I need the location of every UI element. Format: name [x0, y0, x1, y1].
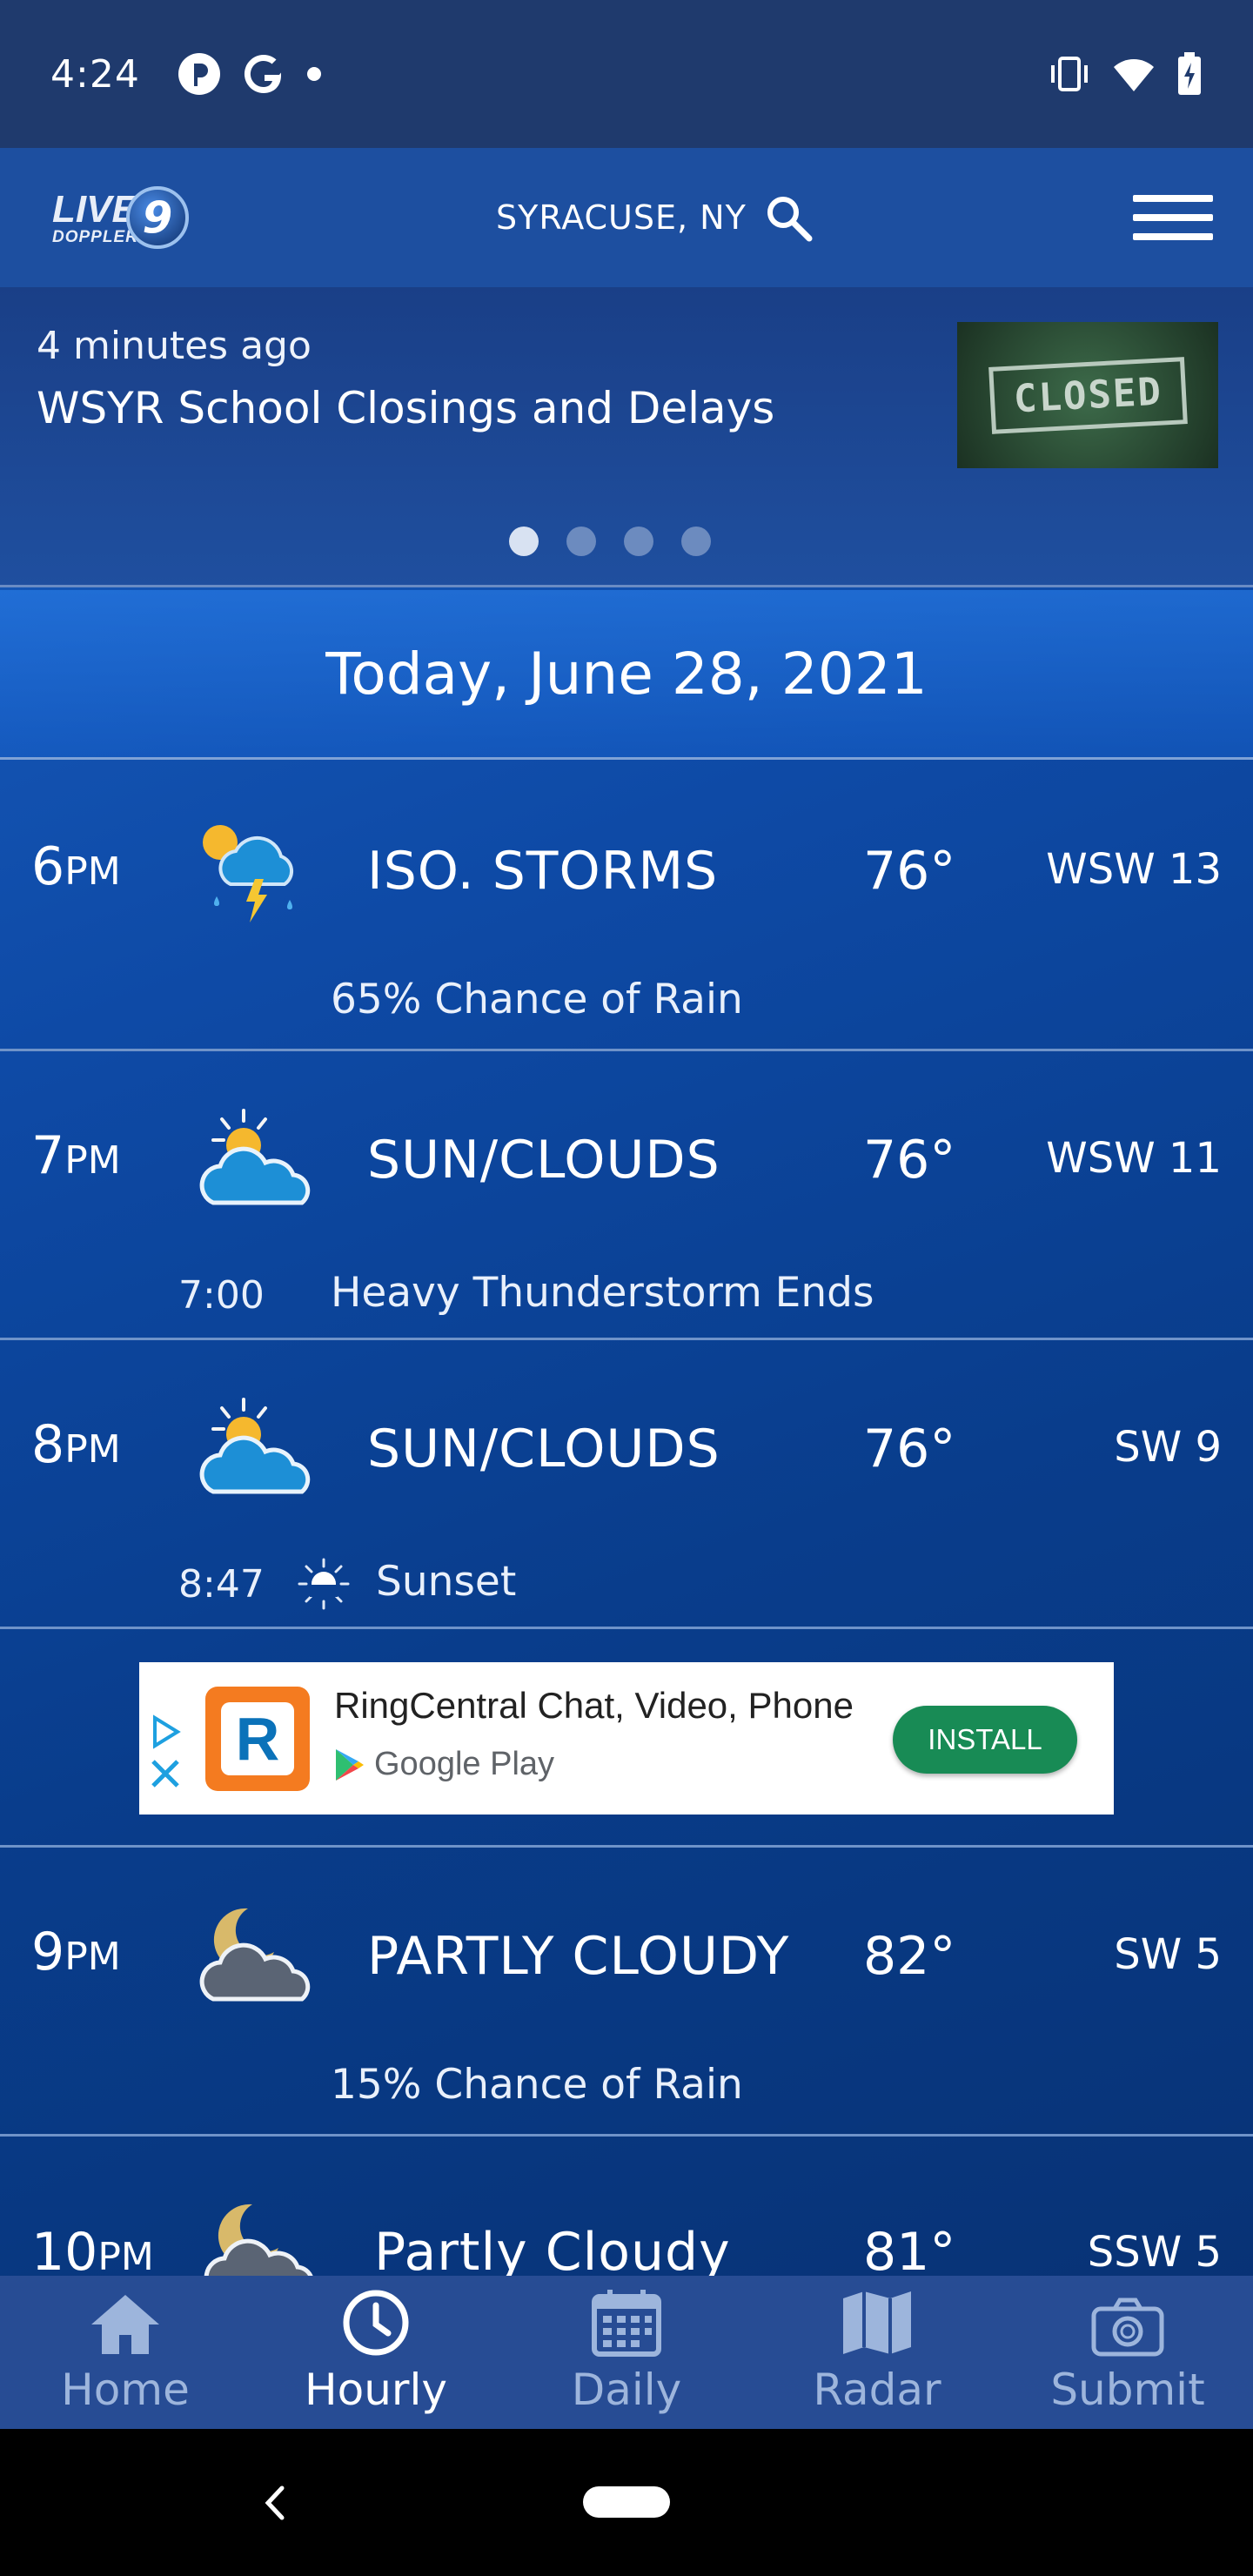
- hourly-row[interactable]: 7PM SUN/CLOUDS 76° WSW 11 7:00 Heavy Thu…: [0, 1051, 1253, 1340]
- adchoices-icon[interactable]: [148, 1714, 183, 1749]
- news-time-ago: 4 minutes ago: [37, 324, 312, 368]
- google-play-badge: Google Play: [334, 1746, 554, 1783]
- condition-text: Partly Cloudy: [374, 2222, 731, 2283]
- google-play-icon: [336, 1748, 364, 1781]
- hour-label: 6PM: [31, 836, 121, 897]
- sun-storm-cloud-icon: [203, 825, 294, 922]
- app-header: LIVE DOPPLER 9 SYRACUSE, NY: [0, 148, 1253, 287]
- event-text: Sunset: [376, 1558, 517, 1606]
- notification-dot-icon: [306, 67, 321, 81]
- calendar-icon: [592, 2290, 661, 2357]
- rain-chance: 65% Chance of Rain: [331, 976, 743, 1023]
- forecast-date: Today, June 28, 2021: [325, 640, 928, 708]
- home-pill-button[interactable]: [583, 2486, 670, 2518]
- location-selector[interactable]: SYRACUSE, NY: [496, 193, 813, 242]
- ad-banner[interactable]: R RingCentral Chat, Video, Phone Google …: [139, 1662, 1114, 1815]
- location-pin-icon: [178, 53, 220, 95]
- carousel-dot[interactable]: [681, 527, 711, 556]
- status-bar: 4:24: [0, 0, 1253, 148]
- back-icon[interactable]: [258, 2481, 292, 2525]
- temperature: 76°: [863, 841, 956, 902]
- wind: SW 5: [1114, 1930, 1222, 1979]
- ad-title[interactable]: RingCentral Chat, Video, Phone: [334, 1685, 854, 1727]
- app-screen: 4:24 LIVE DOPPLER 9 SYRACUSE, NY 4 minut: [0, 0, 1253, 2576]
- nav-daily[interactable]: Daily: [501, 2276, 752, 2429]
- app-logo[interactable]: LIVE DOPPLER 9: [52, 186, 189, 249]
- carousel-dot[interactable]: [624, 527, 653, 556]
- map-icon: [843, 2291, 911, 2354]
- rain-chance: 15% Chance of Rain: [331, 2061, 743, 2109]
- temperature: 76°: [863, 1130, 956, 1191]
- logo-doppler-text: DOPPLER: [52, 227, 138, 246]
- forecast-date-header: Today, June 28, 2021: [0, 590, 1253, 760]
- wind: WSW 11: [1046, 1134, 1222, 1183]
- hamburger-menu-icon[interactable]: [1133, 190, 1213, 245]
- status-left-icons: [177, 51, 323, 97]
- hour-label: 9PM: [31, 1922, 121, 1982]
- nav-submit[interactable]: Submit: [1002, 2276, 1253, 2429]
- condition-text: ISO. STORMS: [367, 841, 719, 902]
- condition-text: PARTLY CLOUDY: [367, 1926, 790, 1987]
- store-name: Google Play: [374, 1746, 555, 1782]
- status-right-icons: [1048, 52, 1203, 96]
- hour-label: 8PM: [31, 1414, 121, 1475]
- wind: WSW 13: [1046, 845, 1222, 894]
- nav-hourly[interactable]: Hourly: [251, 2276, 501, 2429]
- event-time: 8:47: [178, 1562, 265, 1607]
- hourly-row[interactable]: 6PM ISO. STORMS 76° WSW 13 65% Chance of…: [0, 762, 1253, 1051]
- logo-live-text: LIVE: [52, 187, 137, 231]
- wind: SSW 5: [1087, 2228, 1222, 2277]
- news-thumbnail[interactable]: CLOSED: [957, 322, 1218, 468]
- event-time: 7:00: [178, 1273, 265, 1318]
- hourly-row[interactable]: 9PM PARTLY CLOUDY 82° SW 5 15% Chance of…: [0, 1848, 1253, 2137]
- carousel-page-indicator: [509, 527, 711, 556]
- carousel-dot[interactable]: [566, 527, 596, 556]
- system-navigation-bar: [0, 2429, 1253, 2576]
- nav-radar[interactable]: Radar: [752, 2276, 1002, 2429]
- logo-channel-number: 9: [125, 186, 189, 249]
- nav-label: Hourly: [305, 2365, 447, 2415]
- nav-label: Radar: [813, 2365, 941, 2415]
- bottom-navigation: Home Hourly Daily Radar Submit: [0, 2276, 1253, 2429]
- news-carousel[interactable]: 4 minutes ago WSYR School Closings and D…: [0, 287, 1253, 587]
- google-icon: [244, 55, 281, 94]
- app-icon[interactable]: R: [205, 1687, 310, 1791]
- hourly-row[interactable]: 8PM SUN/CLOUDS 76° SW 9 8:47 Sunset: [0, 1340, 1253, 1629]
- sun-cloud-icon: [199, 1398, 311, 1494]
- ad-row: R RingCentral Chat, Video, Phone Google …: [0, 1632, 1253, 1848]
- home-icon: [91, 2295, 159, 2354]
- nav-label: Daily: [571, 2365, 682, 2415]
- close-icon[interactable]: [148, 1756, 183, 1791]
- event-text: Heavy Thunderstorm Ends: [331, 1269, 874, 1317]
- nav-label: Home: [61, 2365, 190, 2415]
- status-time: 4:24: [50, 51, 140, 97]
- search-icon[interactable]: [764, 193, 813, 242]
- sun-cloud-icon: [199, 1109, 311, 1205]
- condition-text: SUN/CLOUDS: [367, 1130, 720, 1191]
- battery-charging-icon: [1178, 52, 1201, 95]
- wifi-icon: [1114, 59, 1154, 91]
- condition-text: SUN/CLOUDS: [367, 1419, 720, 1479]
- install-button[interactable]: INSTALL: [893, 1706, 1077, 1774]
- hour-label: 10PM: [31, 2222, 154, 2283]
- hour-label: 7PM: [31, 1125, 121, 1186]
- nav-label: Submit: [1050, 2365, 1205, 2415]
- closed-stamp-text: CLOSED: [988, 356, 1188, 434]
- sunset-icon: [298, 1558, 350, 1610]
- temperature: 76°: [863, 1419, 956, 1479]
- temperature: 82°: [863, 1926, 956, 1987]
- moon-cloud-icon: [199, 1908, 311, 2002]
- clock-icon: [343, 2290, 409, 2356]
- wind: SW 9: [1114, 1423, 1222, 1472]
- news-headline[interactable]: WSYR School Closings and Delays: [37, 383, 774, 433]
- camera-icon: [1091, 2298, 1164, 2357]
- temperature: 81°: [863, 2222, 956, 2283]
- nav-home[interactable]: Home: [0, 2276, 251, 2429]
- vibrate-icon: [1051, 57, 1088, 91]
- location-label: SYRACUSE, NY: [496, 198, 747, 237]
- carousel-dot[interactable]: [509, 527, 539, 556]
- ad-choices[interactable]: [148, 1714, 183, 1791]
